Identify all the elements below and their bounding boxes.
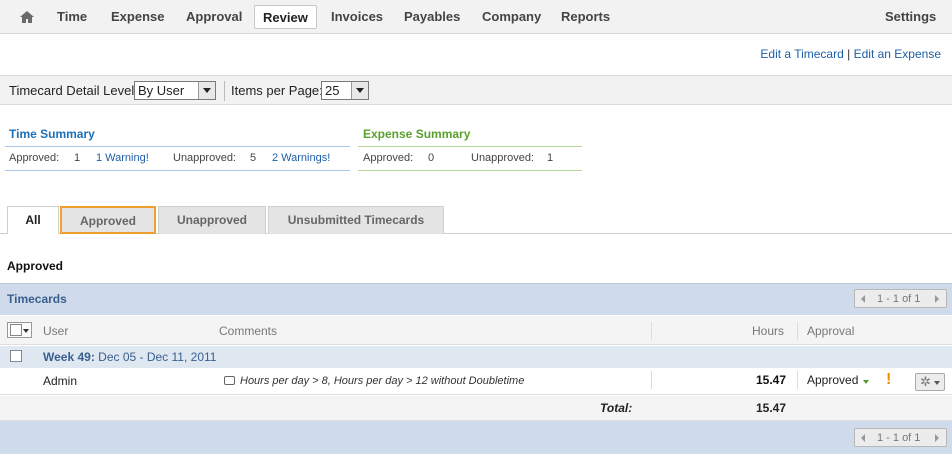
nav-company[interactable]: Company <box>474 5 549 29</box>
time-warning-link[interactable]: 1 Warning! <box>96 152 149 164</box>
divider <box>5 146 350 147</box>
items-per-page-value: 25 <box>325 83 340 98</box>
divider <box>224 81 225 101</box>
expense-unapproved-value: 1 <box>547 152 554 164</box>
detail-level-label: Timecard Detail Level: <box>9 83 138 98</box>
time-summary-title: Time Summary <box>9 127 95 141</box>
row-comment: Hours per day > 8, Hours per day > 12 wi… <box>240 375 525 387</box>
prev-page-icon[interactable] <box>855 429 873 446</box>
gear-icon: ✲ <box>920 374 931 389</box>
chevron-down-icon <box>23 329 29 333</box>
tab-all[interactable]: All <box>7 206 59 234</box>
row-actions-button[interactable]: ✲ <box>915 373 945 391</box>
column-hours[interactable]: Hours <box>752 324 784 338</box>
chevron-down-icon[interactable] <box>863 380 869 384</box>
pager-text: 1 - 1 of 1 <box>877 293 921 305</box>
column-approval[interactable]: Approval <box>807 324 854 338</box>
home-icon[interactable] <box>19 10 35 24</box>
tab-unapproved[interactable]: Unapproved <box>158 206 266 234</box>
checkbox-icon <box>10 324 22 336</box>
top-nav: Time Expense Approval Review Invoices Pa… <box>0 0 952 34</box>
divider <box>358 170 582 171</box>
time-approved-value: 1 <box>74 152 81 164</box>
total-row: Total: 15.47 <box>0 396 952 421</box>
detail-level-select[interactable]: By User <box>134 81 216 100</box>
prev-page-icon[interactable] <box>855 290 873 307</box>
edit-links: Edit a Timecard | Edit an Expense <box>760 47 941 61</box>
table-header: User Comments Hours Approval <box>0 316 952 345</box>
week-number: Week 49: <box>43 350 95 364</box>
total-hours: 15.47 <box>755 401 786 415</box>
total-label: Total: <box>600 401 633 415</box>
expense-unapproved-label: Unapproved: <box>471 152 534 164</box>
column-divider <box>797 322 798 340</box>
nav-expense[interactable]: Expense <box>103 5 172 29</box>
next-page-icon[interactable] <box>928 290 946 307</box>
divider <box>358 146 582 147</box>
row-user: Admin <box>43 374 78 388</box>
week-range: Dec 05 - Dec 11, 2011 <box>98 350 217 364</box>
chevron-down-icon <box>934 381 940 385</box>
row-hours: 15.47 <box>755 373 786 387</box>
time-approved-label: Approved: <box>9 152 60 164</box>
timecards-title: Timecards <box>7 292 67 306</box>
warning-icon[interactable]: ! <box>886 371 891 389</box>
column-divider <box>651 371 652 389</box>
pager-bottom: 1 - 1 of 1 <box>854 428 947 447</box>
time-unapproved-value: 5 <box>250 152 257 164</box>
options-bar: Timecard Detail Level: By User Items per… <box>0 75 952 105</box>
expense-approved-label: Approved: <box>363 152 414 164</box>
nav-invoices[interactable]: Invoices <box>323 5 391 29</box>
week-checkbox[interactable] <box>10 350 22 362</box>
time-warnings-link[interactable]: 2 Warnings! <box>272 152 330 164</box>
week-group-row: Week 49: Dec 05 - Dec 11, 2011 <box>0 346 952 368</box>
next-page-icon[interactable] <box>928 429 946 446</box>
chevron-down-icon <box>198 82 215 99</box>
nav-time[interactable]: Time <box>49 5 95 29</box>
row-approval-status[interactable]: Approved <box>807 373 858 387</box>
nav-review[interactable]: Review <box>254 5 317 29</box>
timecards-footer: 1 - 1 of 1 <box>0 421 952 454</box>
column-comments[interactable]: Comments <box>219 324 277 338</box>
expense-approved-value: 0 <box>428 152 435 164</box>
nav-settings[interactable]: Settings <box>877 5 944 29</box>
link-separator: | <box>847 47 851 61</box>
nav-payables[interactable]: Payables <box>396 5 468 29</box>
select-all-checkbox[interactable] <box>7 322 32 338</box>
expense-summary-title: Expense Summary <box>363 127 471 141</box>
time-unapproved-label: Unapproved: <box>173 152 236 164</box>
section-title: Approved <box>7 259 64 273</box>
column-divider <box>797 371 798 389</box>
column-divider <box>651 322 652 340</box>
column-user[interactable]: User <box>43 324 68 338</box>
edit-timecard-link[interactable]: Edit a Timecard <box>760 47 843 61</box>
detail-level-value: By User <box>138 83 185 98</box>
chevron-down-icon <box>351 82 368 99</box>
edit-expense-link[interactable]: Edit an Expense <box>854 47 941 61</box>
tab-approved[interactable]: Approved <box>60 206 156 234</box>
items-per-page-select[interactable]: 25 <box>321 81 369 100</box>
week-label: Week 49: Dec 05 - Dec 11, 2011 <box>43 350 216 364</box>
nav-reports[interactable]: Reports <box>553 5 618 29</box>
divider <box>5 170 350 171</box>
pager-top: 1 - 1 of 1 <box>854 289 947 308</box>
nav-approval[interactable]: Approval <box>178 5 250 29</box>
comment-icon <box>224 376 235 385</box>
table-row[interactable]: Admin Hours per day > 8, Hours per day >… <box>0 368 952 395</box>
timecards-header: Timecards 1 - 1 of 1 <box>0 283 952 315</box>
items-per-page-label: Items per Page: <box>231 83 323 98</box>
tab-unsubmitted-timecards[interactable]: Unsubmitted Timecards <box>268 206 444 234</box>
pager-text: 1 - 1 of 1 <box>877 432 921 444</box>
